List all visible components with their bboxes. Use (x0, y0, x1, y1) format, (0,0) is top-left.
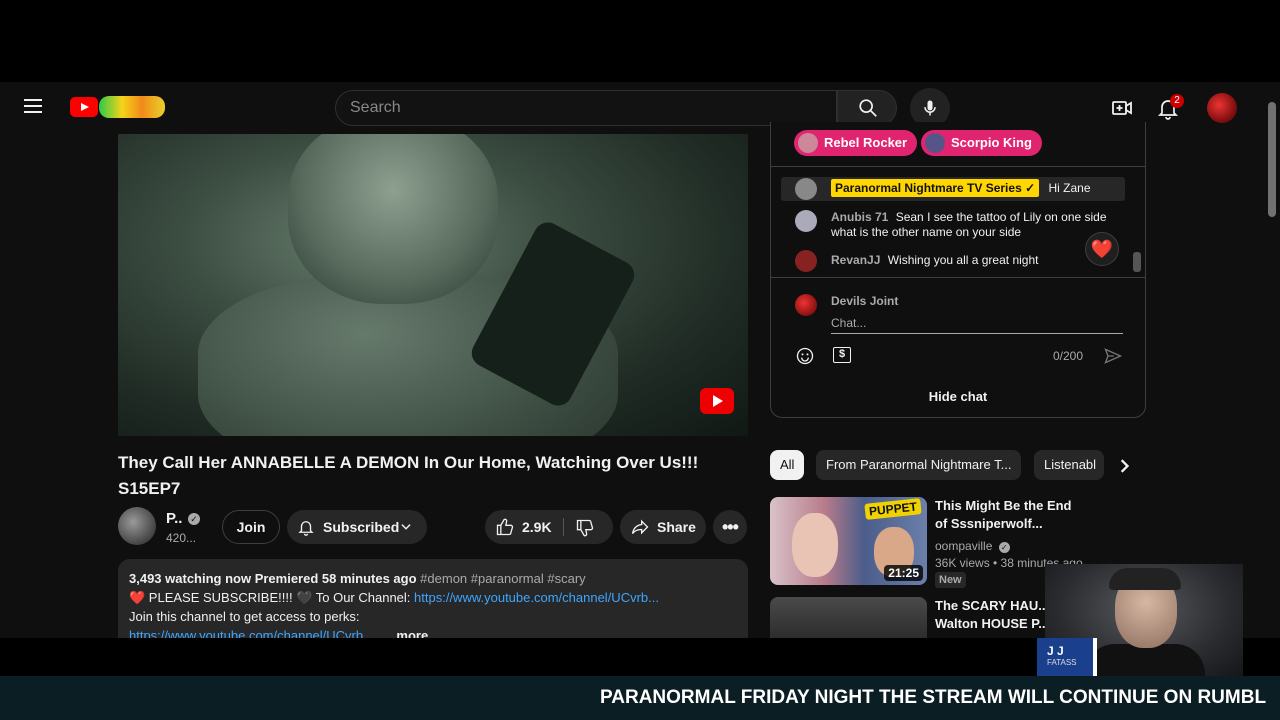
chevron-right-icon[interactable] (1110, 452, 1138, 480)
ticker-avatar (925, 133, 945, 153)
webcam-name-label: J J FATASS (1037, 638, 1097, 676)
chat-user-name: Devils Joint (831, 294, 899, 308)
like-count[interactable]: 2.9K (522, 510, 552, 544)
notification-count-badge: 2 (1170, 94, 1184, 108)
chat-message: RevanJJ Wishing you all a great night (781, 250, 1125, 272)
emoji-icon[interactable] (795, 346, 815, 366)
chat-message-text: Hi Zane (1048, 181, 1091, 195)
thumbs-up-icon[interactable] (495, 517, 515, 537)
webcam-name: J J (1047, 644, 1064, 658)
search-icon (859, 99, 877, 117)
account-avatar[interactable] (1207, 93, 1237, 123)
chat-ticker-chip[interactable]: Rebel Rocker (794, 130, 918, 156)
youtube-page: 2 They Call Her ANNABELLE A DEMON In Our… (0, 82, 1280, 638)
thumbnail-caption: PUPPET (864, 498, 922, 520)
filter-chip-all[interactable]: All (770, 450, 805, 480)
recommendation-title[interactable]: This Might Be the End of Sssniperwolf... (935, 497, 1085, 533)
chat-message-text: Wishing you all a great night (887, 253, 1039, 267)
chat-divider (771, 166, 1145, 167)
heart-icon: ❤️ (1090, 239, 1114, 259)
youtube-watermark-icon (700, 388, 734, 414)
filter-chip-channel[interactable]: From Paranormal Nightmare T... (816, 450, 1022, 480)
description-line-1: 3,493 watching now Premiered 58 minutes … (129, 569, 737, 588)
reaction-heart-button[interactable]: ❤️ (1085, 232, 1119, 266)
share-button[interactable]: Share (620, 510, 706, 544)
share-label: Share (657, 519, 696, 535)
menu-icon[interactable] (24, 99, 42, 113)
doodle-logo[interactable] (99, 96, 165, 118)
more-dots-icon: ••• (722, 517, 739, 537)
ticker-name: Scorpio King (951, 135, 1032, 150)
ticker-avatar (798, 133, 818, 153)
verified-check-icon: ✓ (188, 513, 200, 525)
microphone-icon (924, 100, 936, 116)
more-actions-button[interactable]: ••• (713, 510, 747, 544)
new-badge: New (935, 572, 966, 588)
description-line-2: ❤️ PLEASE SUBSCRIBE!!!! 🖤 To Our Channel… (129, 588, 737, 607)
hide-chat-button[interactable]: Hide chat (771, 378, 1145, 414)
chat-message: Anubis 71 Sean I see the tattoo of Lily … (781, 210, 1125, 242)
recommendation-thumbnail[interactable]: PUPPET 21:25 (770, 497, 927, 585)
video-player[interactable] (118, 134, 748, 436)
verified-check-icon: ✓ (998, 542, 1010, 553)
video-title: They Call Her ANNABELLE A DEMON In Our H… (118, 453, 699, 498)
stream-ticker-bar: PARANORMAL FRIDAY NIGHT THE STREAM WILL … (0, 676, 1280, 720)
description-box[interactable]: 3,493 watching now Premiered 58 minutes … (118, 559, 748, 638)
live-chat-panel: Rebel Rocker Scorpio King Paranormal Nig… (770, 122, 1146, 418)
webcam-person-body (1085, 644, 1205, 676)
channel-name[interactable]: P.. (166, 510, 182, 527)
send-icon[interactable] (1103, 346, 1123, 366)
description-stats: 3,493 watching now Premiered 58 minutes … (129, 571, 417, 586)
chat-char-count: 0/200 (1053, 349, 1084, 363)
video-duration: 21:25 (884, 565, 923, 581)
chat-author-owner[interactable]: Paranormal Nightmare TV Series ✓ (831, 179, 1040, 197)
chat-ticker-chip[interactable]: Scorpio King (921, 130, 1042, 156)
show-more-link[interactable]: ...more (386, 628, 429, 638)
youtube-logo-icon[interactable] (70, 97, 98, 117)
create-video-icon[interactable] (1110, 96, 1134, 120)
ticker-name: Rebel Rocker (824, 135, 908, 150)
chat-author-avatar (795, 210, 817, 232)
chat-input[interactable] (831, 312, 1123, 334)
subscriber-count: 420... (166, 531, 197, 545)
recommendation-channel[interactable]: oompaville ✓ (935, 539, 1010, 553)
chat-message: Paranormal Nightmare TV Series ✓ Hi Zane (781, 177, 1125, 201)
chat-divider (771, 277, 1145, 278)
thumbnail-face (792, 513, 838, 577)
like-divider (563, 518, 564, 536)
subscribed-label: Subscribed (323, 519, 400, 535)
chat-author-name[interactable]: RevanJJ (831, 253, 880, 267)
recommendation-thumbnail[interactable] (770, 597, 927, 638)
channel-link-1[interactable]: https://www.youtube.com/channel/UCvrb... (414, 590, 659, 605)
bell-icon (298, 521, 314, 536)
channel-link-2[interactable]: https://www.youtube.com/channel/UCvrb... (129, 628, 374, 638)
search-bar (335, 90, 837, 126)
page-scrollbar[interactable] (1268, 102, 1276, 217)
chat-author-avatar (795, 178, 817, 200)
chat-author-avatar (795, 250, 817, 272)
filter-chip-listenable[interactable]: Listenabl (1034, 450, 1104, 480)
webcam-subname: FATASS (1047, 658, 1077, 667)
description-line-4: https://www.youtube.com/channel/UCvrb...… (129, 626, 737, 638)
description-line-3: Join this channel to get access to perks… (129, 609, 360, 624)
search-input[interactable] (350, 99, 810, 117)
video-frame-face (288, 134, 498, 304)
subscribed-button[interactable]: Subscribed (287, 510, 427, 544)
chat-scrollbar[interactable] (1133, 252, 1141, 272)
thumbs-down-icon[interactable] (575, 518, 595, 538)
join-button[interactable]: Join (222, 510, 280, 544)
search-button[interactable] (837, 90, 897, 126)
like-dislike-group: 2.9K (485, 510, 613, 544)
chevron-down-icon (401, 524, 411, 530)
description-subscribe-text: ❤️ PLEASE SUBSCRIBE!!!! 🖤 To Our Channel… (129, 590, 415, 605)
channel-avatar[interactable] (118, 507, 156, 545)
recommendation-channel-name[interactable]: oompaville (935, 539, 992, 553)
chat-user-avatar (795, 294, 817, 316)
stream-ticker-text: PARANORMAL FRIDAY NIGHT THE STREAM WILL … (600, 687, 1267, 708)
super-chat-dollar-icon[interactable]: $ (833, 347, 851, 363)
chat-author-name[interactable]: Anubis 71 (831, 210, 888, 224)
share-arrow-icon (631, 519, 649, 535)
description-hashtags[interactable]: #demon #paranormal #scary (420, 571, 585, 586)
webcam-person-cap (1109, 568, 1181, 590)
